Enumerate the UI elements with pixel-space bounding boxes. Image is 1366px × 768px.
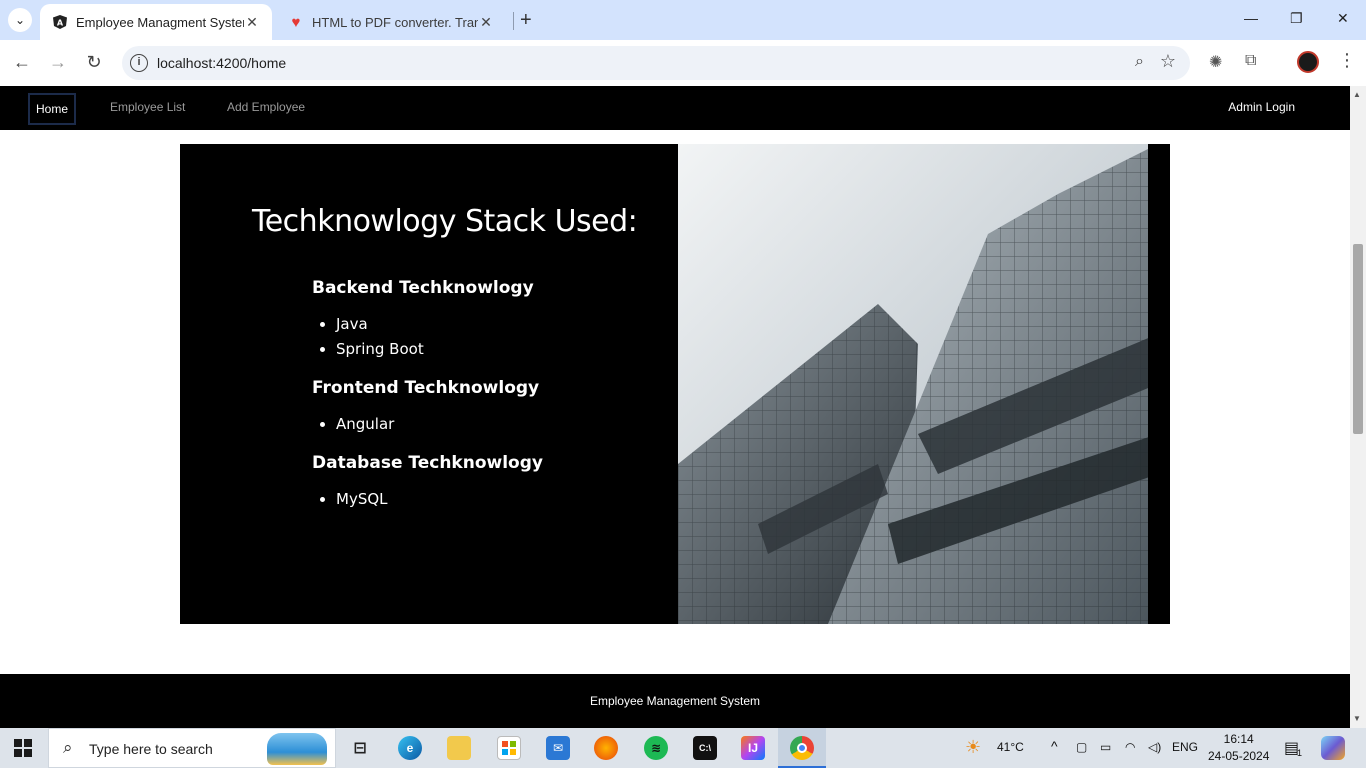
app-navbar: Home Employee List Add Employee Admin Lo… [0, 86, 1350, 130]
database-list: MySQL [312, 487, 543, 512]
nav-employee-list[interactable]: Employee List [110, 100, 185, 114]
tech-stack-panel: Techknowlogy Stack Used: Backend Techkno… [180, 144, 1170, 624]
list-item: Angular [336, 412, 543, 437]
restore-icon[interactable]: ❐ [1290, 10, 1303, 27]
weather-temperature[interactable]: 41°C [997, 740, 1024, 754]
tab-employee-management[interactable]: A Employee Managment System ✕ [40, 4, 272, 40]
tab-separator [513, 12, 514, 30]
section-heading: Frontend Techknowlogy [312, 378, 540, 398]
volume-icon[interactable]: ◁) [1148, 740, 1161, 754]
terminal-icon[interactable]: C:\ [693, 736, 717, 760]
backend-list: Java Spring Boot [312, 312, 543, 362]
menu-kebab-icon[interactable]: ⋮ [1338, 50, 1356, 71]
close-window-icon[interactable]: ✕ [1337, 10, 1349, 27]
copilot-icon[interactable] [1321, 736, 1345, 760]
zoom-icon[interactable]: ⌕ [1135, 53, 1144, 71]
close-tab-icon[interactable]: ✕ [478, 14, 494, 31]
new-tab-plus-icon[interactable]: + [520, 10, 532, 30]
show-hidden-icons-chevron-icon[interactable]: ^ [1051, 738, 1058, 754]
reload-icon[interactable]: ↻ [83, 52, 105, 73]
wifi-icon[interactable]: ◠ [1125, 740, 1135, 754]
nav-add-employee[interactable]: Add Employee [227, 100, 305, 114]
notification-count: 1 [1297, 748, 1303, 758]
language-indicator[interactable]: ENG [1172, 740, 1198, 754]
file-explorer-icon[interactable] [447, 736, 471, 760]
address-bar[interactable]: i localhost:4200/home ⌕ ☆ [122, 46, 1190, 80]
tech-stack-list: Backend Techknowlogy Java Spring Boot Fr… [312, 278, 543, 528]
windows-taskbar: ⌕ Type here to search ⊟ e ✉ ≋ C:\ IJ ☀ 4… [0, 728, 1366, 768]
scroll-down-arrow-icon[interactable]: ▼ [1353, 714, 1361, 723]
task-view-icon[interactable]: ⊟ [348, 736, 372, 760]
mail-icon[interactable]: ✉ [546, 736, 570, 760]
site-info-icon[interactable]: i [130, 54, 148, 72]
scroll-up-arrow-icon[interactable]: ▲ [1353, 90, 1361, 99]
firefox-icon[interactable] [594, 736, 618, 760]
svg-text:A: A [57, 19, 64, 28]
frontend-list: Angular [312, 412, 543, 437]
page-footer: Employee Management System [0, 674, 1350, 728]
clock-time: 16:14 [1223, 732, 1254, 746]
page-scrollbar[interactable]: ▲ ▼ [1350, 86, 1366, 728]
scrollbar-thumb[interactable] [1353, 244, 1363, 434]
list-item: Spring Boot [336, 337, 543, 362]
search-placeholder[interactable]: Type here to search [89, 741, 213, 757]
minimize-icon[interactable]: — [1244, 10, 1258, 26]
edge-icon[interactable]: e [398, 736, 422, 760]
extension-icon[interactable]: ✺ [1209, 52, 1222, 72]
footer-text: Employee Management System [589, 694, 761, 708]
forward-arrow-icon[interactable]: → [47, 52, 69, 73]
chrome-icon[interactable] [790, 736, 814, 760]
clock-date: 24-05-2024 [1208, 749, 1270, 763]
list-item: Java [336, 312, 543, 337]
page-viewport: Home Employee List Add Employee Admin Lo… [0, 86, 1350, 728]
system-clock[interactable]: 16:14 24-05-2024 [1208, 731, 1269, 765]
tab-search-chevron-icon[interactable]: ⌄ [8, 8, 32, 32]
hero-title: Techknowlogy Stack Used: [252, 204, 638, 239]
heart-icon: ♥ [291, 13, 301, 31]
tab-title: Employee Managment System [76, 14, 244, 30]
browser-tab-strip: ⌄ A Employee Managment System ✕ ♥ HTML t… [0, 0, 1366, 40]
extensions-puzzle-icon[interactable]: ⧉ [1245, 52, 1256, 70]
windows-start-icon[interactable] [14, 739, 32, 757]
search-highlight-image [267, 733, 327, 765]
list-item: MySQL [336, 487, 543, 512]
section-heading: Database Techknowlogy [312, 453, 543, 473]
microsoft-store-icon[interactable] [497, 736, 521, 760]
taskbar-search-box[interactable]: ⌕ Type here to search [48, 728, 336, 768]
battery-icon[interactable]: ▭ [1100, 740, 1111, 754]
weather-icon[interactable]: ☀ [965, 737, 981, 758]
building-photo [678, 144, 1158, 624]
close-tab-icon[interactable]: ✕ [244, 14, 260, 31]
angular-icon: A [52, 14, 68, 30]
spotify-icon[interactable]: ≋ [644, 736, 668, 760]
meet-icon[interactable]: ▢ [1076, 740, 1087, 754]
nav-admin-login[interactable]: Admin Login [1228, 100, 1295, 114]
back-arrow-icon[interactable]: ← [11, 52, 33, 73]
nav-home[interactable]: Home [28, 93, 76, 125]
url-text[interactable]: localhost:4200/home [157, 55, 286, 71]
profile-avatar[interactable] [1297, 51, 1319, 73]
section-heading: Backend Techknowlogy [312, 278, 534, 298]
tab-title: HTML to PDF converter. Transfo [312, 14, 478, 30]
browser-toolbar: ← → ↻ i localhost:4200/home ⌕ ☆ ✺ ⧉ ⋮ [0, 40, 1366, 86]
intellij-icon[interactable]: IJ [741, 736, 765, 760]
search-icon: ⌕ [63, 738, 73, 757]
tab-html-to-pdf[interactable]: ♥ HTML to PDF converter. Transfo ✕ [276, 4, 506, 40]
bookmark-star-icon[interactable]: ☆ [1160, 51, 1176, 72]
